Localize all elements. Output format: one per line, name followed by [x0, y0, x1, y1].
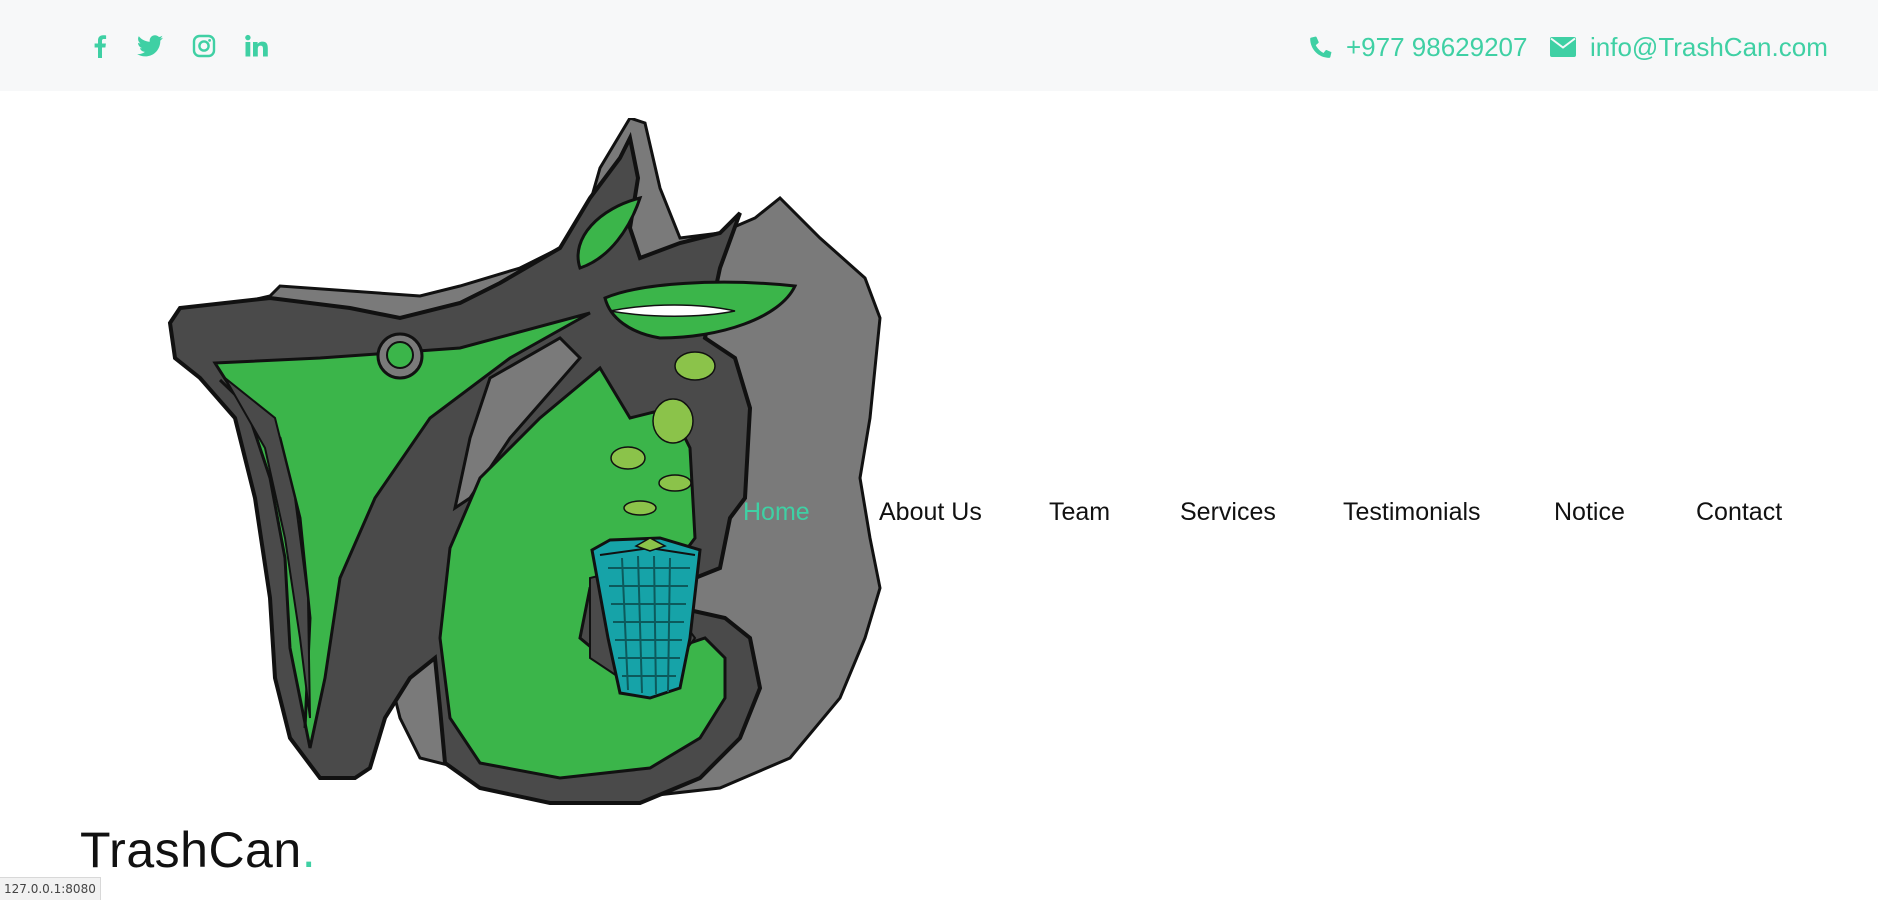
linkedin-icon[interactable] — [242, 31, 270, 61]
nav-item-contact[interactable]: Contact — [1696, 495, 1782, 529]
nav-item-about-us[interactable]: About Us — [879, 495, 982, 529]
instagram-icon[interactable] — [190, 31, 218, 61]
status-bar-url: 127.0.0.1:8080 — [0, 877, 101, 900]
nav-item-home[interactable]: Home — [743, 495, 810, 529]
nav-item-services[interactable]: Services — [1180, 495, 1276, 529]
trashcan-logo-art[interactable] — [160, 118, 890, 808]
top-bar: +977 98629207 info@TrashCan.com — [0, 0, 1878, 91]
main-nav: Home About Us Team Services Testimonials… — [0, 495, 1878, 539]
facebook-icon[interactable] — [88, 31, 112, 61]
nav-item-team[interactable]: Team — [1049, 495, 1110, 529]
envelope-icon — [1550, 37, 1576, 57]
email-address: info@TrashCan.com — [1590, 31, 1828, 62]
brand-text: TrashCan — [80, 822, 302, 878]
phone-contact[interactable]: +977 98629207 — [1310, 30, 1527, 64]
email-contact[interactable]: info@TrashCan.com — [1550, 30, 1828, 64]
phone-icon — [1310, 36, 1332, 58]
nav-item-testimonials[interactable]: Testimonials — [1343, 495, 1481, 529]
phone-number: +977 98629207 — [1346, 31, 1528, 62]
twitter-icon[interactable] — [136, 31, 164, 61]
brand-name[interactable]: TrashCan. — [80, 820, 316, 880]
brand-dot: . — [301, 822, 317, 878]
nav-item-notice[interactable]: Notice — [1554, 495, 1625, 529]
